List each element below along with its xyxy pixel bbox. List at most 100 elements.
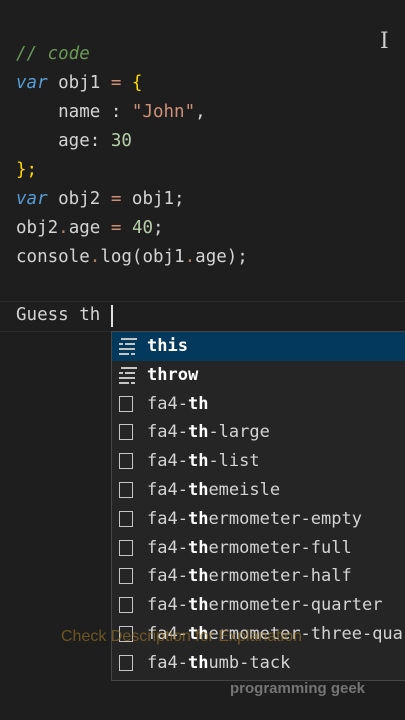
snippet-icon <box>119 568 133 585</box>
suggestion-label: fa4-thumb-tack <box>147 649 290 678</box>
string-token: "John" <box>131 102 196 122</box>
suggestion-label: fa4-thermometer-quarter <box>147 591 382 620</box>
brand-logo-text: programming geek <box>230 680 366 697</box>
suggestion-item[interactable]: fa4-thermometer-quarter <box>112 591 405 620</box>
suggestion-prefix: fa4- <box>147 508 188 529</box>
suggestion-match: th <box>187 537 209 558</box>
suggestion-match: th <box>187 595 209 616</box>
code-line-7: obj2.age = 40; <box>16 214 164 243</box>
suggestion-label: fa4-th-list <box>147 447 260 476</box>
snippet-icon <box>119 510 133 527</box>
suggestion-item[interactable]: fa4-th <box>112 390 405 419</box>
suggestion-prefix: fa4- <box>147 451 188 472</box>
suggestion-rest: ermometer-full <box>208 537 352 558</box>
suggestion-item[interactable]: fa4-thermometer-full <box>112 534 405 563</box>
operator-token: = <box>110 189 122 209</box>
punctuation-token: , <box>195 102 206 122</box>
suggestion-rest: -large <box>208 422 270 443</box>
code-line-5: }; <box>16 156 37 185</box>
identifier-token: console <box>16 247 90 267</box>
suggestion-label: fa4-thermometer-full <box>147 534 352 563</box>
number-token: 30 <box>110 131 132 151</box>
suggestion-label: this <box>147 332 188 361</box>
ibeam-cursor-icon: I <box>380 29 389 54</box>
punctuation-token: ; <box>153 218 164 238</box>
suggestion-label: throw <box>147 361 198 390</box>
brace-token: { <box>121 73 143 93</box>
suggestion-match: th <box>187 422 209 443</box>
suggestion-item[interactable]: fa4-thermometer-half <box>112 562 405 591</box>
suggestion-match: th <box>187 451 209 472</box>
suggestion-item[interactable]: this <box>112 332 405 361</box>
identifier-token: obj1; <box>121 189 185 209</box>
code-line-8: console.log(obj1.age); <box>16 243 248 272</box>
suggestion-prefix: fa4- <box>147 393 188 414</box>
identifier-token: obj2 <box>16 218 59 238</box>
suggestion-item[interactable]: fa4-th-list <box>112 447 405 476</box>
text-caret <box>111 305 113 327</box>
suggestion-prefix: fa4- <box>147 595 188 616</box>
suggestion-label: fa4-thermometer-empty <box>147 505 362 534</box>
suggestion-item[interactable]: throw <box>112 361 405 390</box>
suggestion-prefix: fa4- <box>147 480 188 500</box>
suggestion-match: th <box>187 508 209 529</box>
code-line-1: // code <box>16 40 90 69</box>
suggestion-prefix: fa4- <box>147 652 188 673</box>
suggestion-rest: umb-tack <box>208 652 291 673</box>
suggestion-match: throw <box>147 364 199 385</box>
suggestion-item[interactable]: fa4-themeisle <box>112 476 405 505</box>
suggestion-label: fa4-th <box>147 390 208 419</box>
suggestion-rest: -list <box>208 451 260 472</box>
number-token: 40 <box>131 218 154 238</box>
suggestion-match: th <box>187 652 209 673</box>
snippet-icon <box>119 395 133 412</box>
suggestion-label: fa4-th-large <box>147 418 270 447</box>
code-line-10[interactable]: Guess th <box>16 301 100 330</box>
identifier-token: log(obj1 <box>100 247 185 267</box>
suggestion-match: th <box>187 393 209 414</box>
suggestion-item[interactable]: fa4-thermometer-empty <box>112 505 405 534</box>
code-line-6: var obj2 = obj1; <box>16 185 185 214</box>
suggestion-rest: emeisle <box>208 480 281 500</box>
suggestion-rest: ermometer-half <box>208 566 352 587</box>
keyword-token: var <box>16 189 48 209</box>
dot-token: . <box>184 247 196 267</box>
watermark-text: Check Description for Explanation <box>61 628 303 645</box>
snippet-icon <box>119 597 133 614</box>
property-token: age: <box>16 131 111 151</box>
suggestion-prefix: fa4- <box>147 537 188 558</box>
snippet-icon <box>119 539 133 556</box>
identifier-token: obj1 <box>47 73 111 93</box>
dot-token: . <box>58 218 69 238</box>
operator-token: = <box>110 73 122 93</box>
suggestion-label: fa4-thermometer-half <box>147 562 352 591</box>
suggestion-label: fa4-themeisle <box>147 476 280 505</box>
identifier-token: age); <box>195 247 248 267</box>
suggestion-item[interactable]: fa4-thumb-tack <box>112 649 405 678</box>
suggestion-match: this <box>147 336 188 356</box>
identifier-token: obj2 <box>47 189 111 209</box>
dot-token: . <box>89 247 101 267</box>
code-line-3: name : "John", <box>16 98 206 127</box>
suggestion-rest: ermometer-empty <box>208 508 362 529</box>
snippet-icon <box>119 654 133 671</box>
suggestion-prefix: fa4- <box>147 422 188 443</box>
snippet-icon <box>119 424 133 441</box>
keyword-icon <box>119 366 137 384</box>
code-line-2: var obj1 = { <box>16 69 142 98</box>
suggestion-match: th <box>187 480 209 500</box>
keyword-token: var <box>16 73 48 93</box>
operator-token: = <box>110 218 122 238</box>
brace-token: }; <box>16 160 38 180</box>
code-line-4: age: 30 <box>16 127 132 156</box>
suggestion-rest: ermometer-quarter <box>208 595 383 616</box>
suggestion-match: th <box>187 566 209 587</box>
property-token: name : <box>16 102 132 122</box>
identifier-token: age <box>68 218 111 238</box>
suggestion-prefix: fa4- <box>147 566 188 587</box>
suggestion-item[interactable]: fa4-th-large <box>112 418 405 447</box>
snippet-icon <box>119 482 133 498</box>
comment-token: // code <box>16 44 90 64</box>
keyword-icon <box>119 338 137 355</box>
